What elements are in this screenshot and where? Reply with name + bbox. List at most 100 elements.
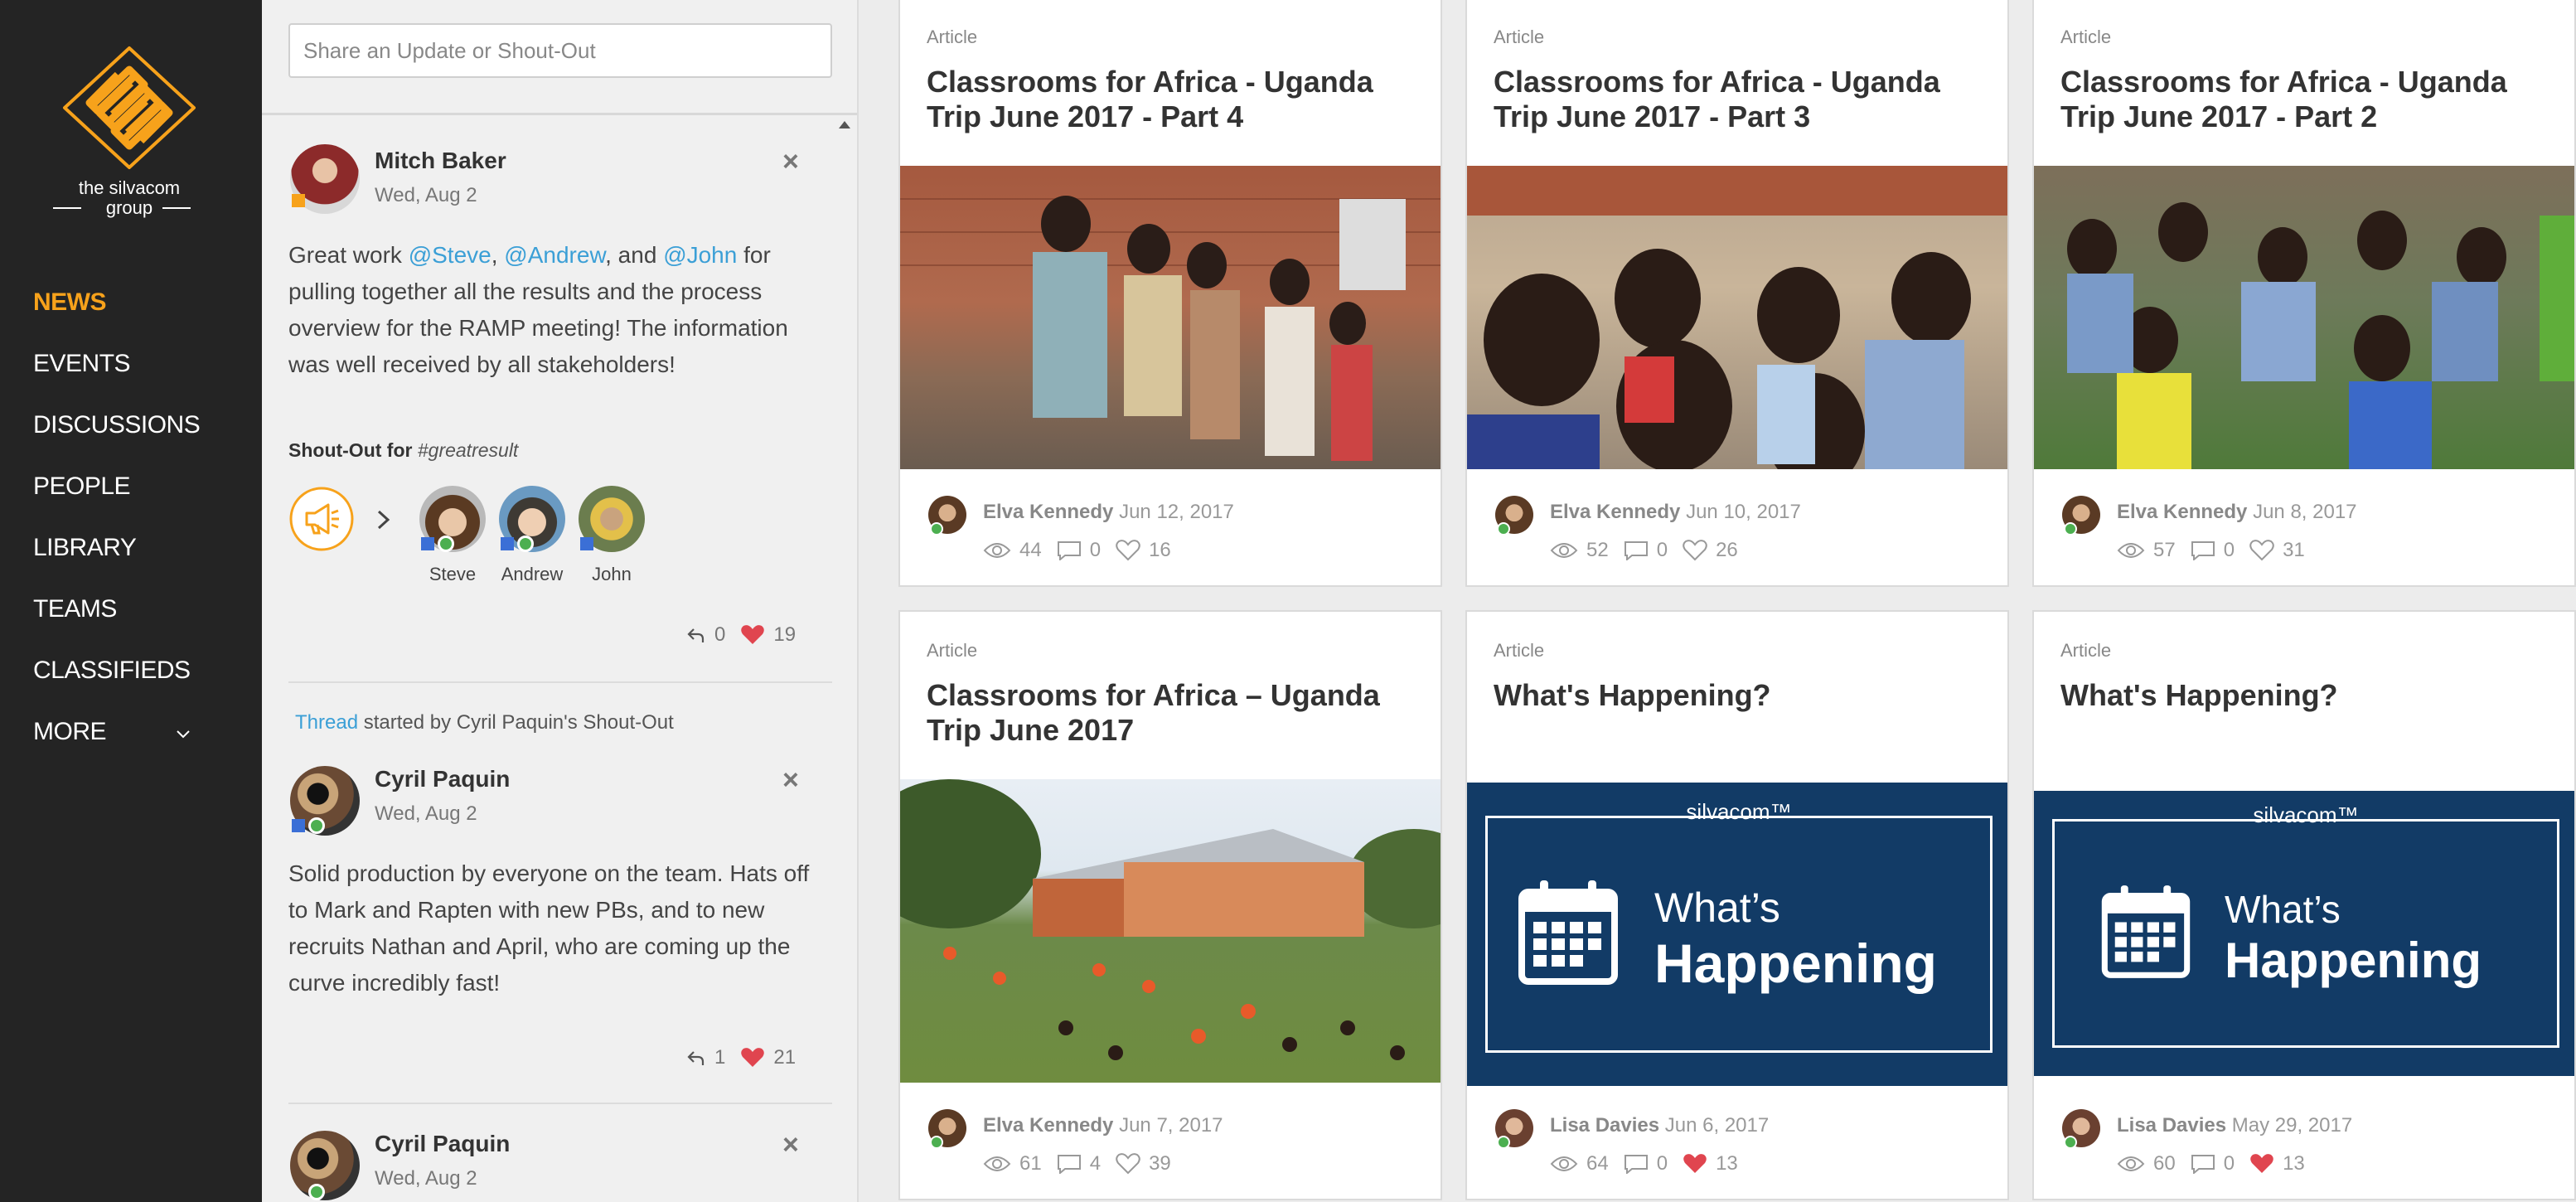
scroll-up-arrow-icon[interactable] — [839, 121, 850, 128]
comment-icon[interactable] — [1057, 540, 1082, 560]
nav-item-classifieds[interactable]: CLASSIFIEDS — [33, 657, 191, 685]
author-name[interactable]: Lisa Davies — [2117, 1114, 2226, 1137]
comment-icon[interactable] — [1057, 1154, 1082, 1174]
online-dot — [930, 522, 943, 536]
author-name[interactable]: Elva Kennedy — [1550, 501, 1680, 523]
card-image[interactable] — [2034, 166, 2574, 469]
article-card[interactable]: Article Classrooms for Africa - Uganda T… — [2032, 0, 2576, 587]
card-title[interactable]: What's Happening? — [1494, 678, 1991, 713]
banner-brand: silvacom™ — [1686, 799, 1792, 824]
reply-count: 0 — [714, 623, 726, 646]
card-type: Article — [2060, 640, 2112, 661]
heart-icon[interactable] — [2249, 540, 2274, 561]
silvacom-logo[interactable]: the silvacom group — [46, 41, 212, 218]
share-update-input[interactable] — [288, 23, 832, 78]
view-count: 52 — [1586, 539, 1609, 561]
like-count: 31 — [2283, 539, 2305, 561]
like-count: 13 — [1716, 1152, 1738, 1175]
close-icon[interactable]: × — [782, 1129, 799, 1161]
view-count: 64 — [1586, 1152, 1609, 1175]
brand-line-1: the silvacom — [78, 177, 181, 198]
article-card[interactable]: Article What's Happening? silvacom™ What… — [1465, 610, 2009, 1200]
comment-icon[interactable] — [1624, 1154, 1649, 1174]
author-name[interactable]: Lisa Davies — [1550, 1114, 1659, 1137]
nav-item-news[interactable]: NEWS — [33, 288, 107, 317]
nav-item-more[interactable]: MORE — [33, 718, 107, 746]
eye-icon — [983, 543, 1011, 558]
article-card[interactable]: Article What's Happening? silvacom™ What… — [2032, 610, 2576, 1200]
card-title[interactable]: Classrooms for Africa - Uganda Trip June… — [1494, 65, 1991, 134]
online-dot — [438, 536, 454, 552]
author-name[interactable]: Elva Kennedy — [2117, 501, 2247, 523]
post-author[interactable]: Cyril Paquin — [375, 1131, 510, 1157]
thread-link[interactable]: Thread — [295, 711, 358, 734]
author-name[interactable]: Elva Kennedy — [983, 501, 1113, 523]
comment-count: 0 — [1656, 539, 1668, 561]
post-actions: 0 19 — [686, 623, 796, 647]
nav-item-events[interactable]: EVENTS — [33, 350, 131, 378]
author-name[interactable]: Elva Kennedy — [983, 1114, 1113, 1137]
comment-icon[interactable] — [1624, 540, 1649, 560]
nav-item-discussions[interactable]: DISCUSSIONS — [33, 411, 201, 439]
heart-icon[interactable] — [1116, 1153, 1140, 1175]
recipient-name[interactable]: Steve — [419, 564, 486, 585]
post-author[interactable]: Cyril Paquin — [375, 766, 510, 792]
role-badge — [292, 194, 305, 207]
heart-icon[interactable] — [2249, 1153, 2274, 1175]
mention-link[interactable]: @Steve — [409, 242, 491, 268]
heart-icon[interactable] — [1683, 1153, 1707, 1175]
article-card[interactable]: Article Classrooms for Africa – Uganda T… — [898, 610, 1442, 1200]
heart-icon[interactable] — [740, 1047, 765, 1069]
feed-post: Mitch Baker Wed, Aug 2 × Great work @Ste… — [262, 139, 834, 686]
close-icon[interactable]: × — [782, 146, 799, 178]
article-card[interactable]: Article Classrooms for Africa - Uganda T… — [1465, 0, 2009, 587]
article-card[interactable]: Article Classrooms for Africa - Uganda T… — [898, 0, 1442, 587]
hashtag[interactable]: #greatresult — [418, 439, 518, 461]
avatar[interactable] — [290, 1131, 360, 1200]
card-stats: 44 0 16 — [983, 539, 1171, 562]
calendar-icon — [2101, 885, 2191, 978]
card-image[interactable]: silvacom™ What’s Happening — [2034, 791, 2574, 1076]
card-title[interactable]: Classrooms for Africa - Uganda Trip June… — [927, 65, 1424, 134]
mention-link[interactable]: @John — [663, 242, 737, 268]
calendar-icon — [1518, 880, 1618, 985]
reply-icon[interactable] — [686, 1048, 706, 1068]
nav-item-people[interactable]: PEOPLE — [33, 473, 131, 501]
comment-count: 0 — [2223, 539, 2235, 561]
heart-icon[interactable] — [740, 624, 765, 646]
card-author-line: Elva Kennedy Jun 10, 2017 — [1550, 501, 1801, 524]
post-author[interactable]: Mitch Baker — [375, 148, 506, 174]
card-type: Article — [927, 640, 978, 661]
heart-icon[interactable] — [1116, 540, 1140, 561]
recipient-name[interactable]: Andrew — [496, 564, 569, 585]
comment-icon[interactable] — [2191, 1154, 2215, 1174]
card-date: Jun 6, 2017 — [1664, 1114, 1770, 1137]
reply-icon[interactable] — [686, 625, 706, 645]
card-date: Jun 12, 2017 — [1119, 501, 1234, 523]
online-dot — [308, 1184, 325, 1200]
mention-link[interactable]: @Andrew — [504, 242, 605, 268]
chevron-down-icon[interactable] — [176, 726, 191, 741]
recipient-name[interactable]: John — [579, 564, 645, 585]
heart-icon[interactable] — [1683, 540, 1707, 561]
nav-item-teams[interactable]: TEAMS — [33, 595, 117, 623]
comment-icon[interactable] — [2191, 540, 2215, 560]
card-image[interactable] — [900, 779, 1441, 1083]
card-image[interactable] — [1467, 166, 2007, 469]
card-title[interactable]: Classrooms for Africa – Uganda Trip June… — [927, 678, 1424, 748]
reply-count: 1 — [714, 1046, 726, 1069]
card-type: Article — [2060, 27, 2112, 47]
nav-item-library[interactable]: LIBRARY — [33, 534, 137, 562]
thread-text: started by Cyril Paquin's Shout-Out — [358, 711, 674, 734]
card-image[interactable] — [900, 166, 1441, 469]
eye-icon — [1550, 543, 1578, 558]
card-stats: 52 0 26 — [1550, 539, 1738, 562]
card-title[interactable]: What's Happening? — [2060, 678, 2558, 713]
card-author-line: Elva Kennedy Jun 12, 2017 — [983, 501, 1234, 524]
view-count: 44 — [1019, 539, 1042, 561]
card-image[interactable]: silvacom™ What’s Happening — [1467, 783, 2007, 1086]
card-title[interactable]: Classrooms for Africa - Uganda Trip June… — [2060, 65, 2558, 134]
banner-brand: silvacom™ — [2253, 802, 2359, 827]
card-date: Jun 8, 2017 — [2253, 501, 2357, 523]
close-icon[interactable]: × — [782, 764, 799, 797]
